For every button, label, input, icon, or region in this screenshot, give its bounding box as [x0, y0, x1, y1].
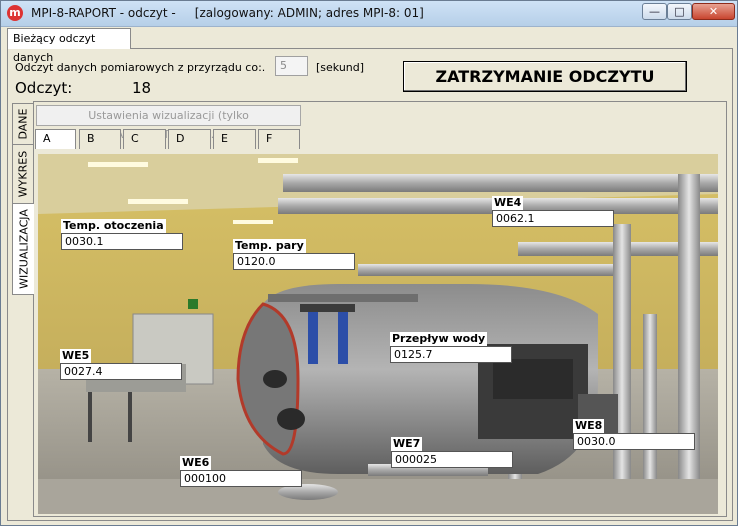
- sensor-we6-value: 000100: [180, 470, 302, 487]
- sensor-ambient-temp: Temp. otoczenia 0030.1: [61, 219, 183, 250]
- boiler-room-image: [38, 154, 718, 514]
- sensor-steam-temp: Temp. pary 0120.0: [233, 239, 355, 270]
- sensor-we8-value: 0030.0: [573, 433, 695, 450]
- sensor-we4-label: WE4: [492, 196, 524, 210]
- subtab-e[interactable]: E: [213, 129, 256, 149]
- interval-input[interactable]: 5: [275, 56, 308, 76]
- tab-dane[interactable]: DANE: [12, 103, 34, 145]
- tab-wykres-label: WYKRES: [16, 150, 30, 198]
- sensor-steam-temp-value: 0120.0: [233, 253, 355, 270]
- stop-reading-button[interactable]: ZATRZYMANIE ODCZYTU: [403, 61, 687, 92]
- subtab-a[interactable]: A: [35, 129, 76, 149]
- tab-wizualizacja-label: WIZUALIZACJA: [17, 209, 30, 289]
- maximize-button[interactable]: □: [667, 3, 692, 20]
- minimize-button[interactable]: —: [642, 3, 667, 20]
- sensor-we5: WE5 0027.4: [60, 349, 182, 380]
- app-logo-icon: m: [7, 5, 23, 21]
- sensor-water-flow-label: Przepływ wody: [390, 332, 488, 346]
- sensor-we6-label: WE6: [180, 456, 212, 470]
- subtab-d[interactable]: D: [168, 129, 211, 149]
- reading-count-value: 18: [132, 79, 152, 97]
- sensor-we8: WE8 0030.0: [573, 419, 695, 450]
- tab-dane-label: DANE: [16, 108, 30, 140]
- subtab-c[interactable]: C: [123, 129, 166, 149]
- sensor-we5-value: 0027.4: [60, 363, 182, 380]
- sensor-we5-label: WE5: [60, 349, 92, 363]
- title-bar[interactable]: m MPI-8-RAPORT - odczyt - [zalogowany: A…: [1, 1, 737, 27]
- sensor-we7-label: WE7: [391, 437, 423, 451]
- tab-wizualizacja[interactable]: WIZUALIZACJA: [12, 203, 34, 295]
- sensor-ambient-temp-label: Temp. otoczenia: [61, 219, 166, 233]
- sensor-ambient-temp-value: 0030.1: [61, 233, 183, 250]
- sensor-we8-label: WE8: [573, 419, 605, 433]
- subtab-b[interactable]: B: [79, 129, 121, 149]
- interval-label: Odczyt danych pomiarowych z przyrządu co…: [15, 61, 266, 74]
- interval-unit-label: [sekund]: [316, 61, 365, 74]
- tab-wykres[interactable]: WYKRES: [12, 144, 34, 204]
- window-title: MPI-8-RAPORT - odczyt - [zalogowany: ADM…: [31, 6, 424, 20]
- boiler-room-photo: Temp. otoczenia 0030.1 Temp. pary 0120.0…: [38, 154, 718, 514]
- visualization-settings-button[interactable]: Ustawienia wizualizacji (tylko ADMINISTR…: [36, 105, 301, 141]
- reading-count-label: Odczyt:: [15, 79, 73, 97]
- sensor-we7-value: 000025: [391, 451, 513, 468]
- sensor-we7: WE7 000025: [391, 437, 513, 468]
- sensor-water-flow-value: 0125.7: [390, 346, 512, 363]
- sensor-we6: WE6 000100: [180, 456, 302, 487]
- tab-current-reading[interactable]: Bieżący odczyt danych: [7, 28, 131, 64]
- sensor-we4: WE4 0062.1: [492, 196, 614, 227]
- sensor-steam-temp-label: Temp. pary: [233, 239, 306, 253]
- app-window: m MPI-8-RAPORT - odczyt - [zalogowany: A…: [0, 0, 738, 526]
- close-button[interactable]: ✕: [692, 3, 735, 20]
- sensor-we4-value: 0062.1: [492, 210, 614, 227]
- sensor-water-flow: Przepływ wody 0125.7: [390, 332, 512, 363]
- subtab-f[interactable]: F: [258, 129, 300, 149]
